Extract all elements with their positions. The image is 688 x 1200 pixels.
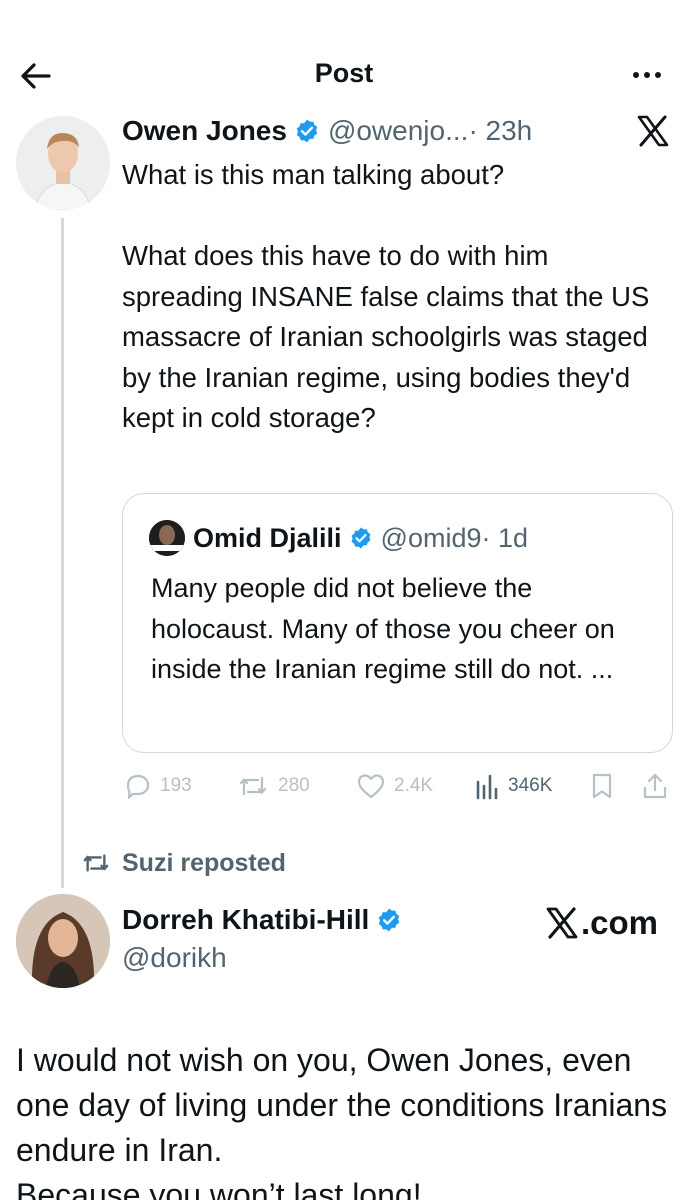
quote-author-handle: @omid9 xyxy=(380,522,482,553)
quote-time: · 1d xyxy=(481,522,529,553)
views-chart-icon xyxy=(476,774,498,800)
quote-author-name: Omid Djalili xyxy=(193,522,342,553)
quote-author-row: Omid Djalili @omid9 · 1d xyxy=(193,518,528,558)
verified-badge-icon xyxy=(379,908,400,932)
repost-count: 280 xyxy=(278,775,310,796)
more-dots-icon xyxy=(633,72,661,78)
avatar-portrait-image xyxy=(16,894,110,988)
x-com-text: .com xyxy=(580,904,658,941)
social-context[interactable]: Suzi reposted xyxy=(80,846,286,880)
reply-button[interactable]: 193 xyxy=(124,768,192,804)
repost-icon xyxy=(83,854,109,872)
repost-icon xyxy=(239,776,267,796)
quote-author-avatar xyxy=(149,520,185,556)
avatar-portrait-image xyxy=(149,520,185,556)
author-handle[interactable]: @owenjo... xyxy=(328,115,469,147)
like-count: 2.4K xyxy=(394,775,434,796)
author-name[interactable]: Dorreh Khatibi-Hill xyxy=(122,904,369,936)
bookmark-icon xyxy=(592,773,612,799)
x-logo-icon xyxy=(546,907,578,939)
like-button[interactable]: 2.4K xyxy=(356,768,433,804)
page-title: Post xyxy=(314,58,374,88)
repost-button[interactable]: 280 xyxy=(236,768,310,804)
tweet-action-bar: 193 280 2.4K 346K xyxy=(122,768,672,804)
heart-icon xyxy=(357,774,385,799)
views-button[interactable]: 346K xyxy=(474,768,552,804)
share-icon xyxy=(643,773,667,799)
thread-connector-line xyxy=(61,218,64,888)
tweet2-author-row: Dorreh Khatibi-Hill xyxy=(122,904,410,936)
post-screen: Post Owen Jones @owenjo... · 23h What is… xyxy=(0,0,688,1200)
tweet2-text: I would not wish on you, Owen Jones, eve… xyxy=(16,1042,668,1200)
reply-icon xyxy=(126,774,150,799)
author-name[interactable]: Owen Jones xyxy=(122,115,287,147)
tweet-time: · 23h xyxy=(468,115,533,146)
bookmark-button[interactable] xyxy=(590,768,614,804)
tweet-text: What is this man talking about? What doe… xyxy=(122,159,650,433)
author-avatar[interactable] xyxy=(16,116,110,210)
verified-badge-icon xyxy=(351,527,370,549)
reply-count: 193 xyxy=(160,775,192,796)
more-options-button[interactable] xyxy=(624,60,670,90)
views-count: 346K xyxy=(508,775,553,796)
quoted-tweet-card[interactable]: Omid Djalili @omid9 · 1d Many people did… xyxy=(122,493,673,753)
x-com-logo: .com xyxy=(545,904,658,942)
verified-badge-icon xyxy=(296,119,318,143)
avatar-portrait-image xyxy=(16,116,110,210)
tweet-author-row: Owen Jones @owenjo... · 23h xyxy=(122,113,532,149)
x-logo-icon xyxy=(637,115,669,147)
author-avatar[interactable] xyxy=(16,894,110,988)
author-handle[interactable]: @dorikh xyxy=(122,942,227,974)
share-button[interactable] xyxy=(642,768,668,804)
repost-label-text: Suzi reposted xyxy=(122,848,286,877)
quote-text: Many people did not believe the holocaus… xyxy=(151,573,623,684)
